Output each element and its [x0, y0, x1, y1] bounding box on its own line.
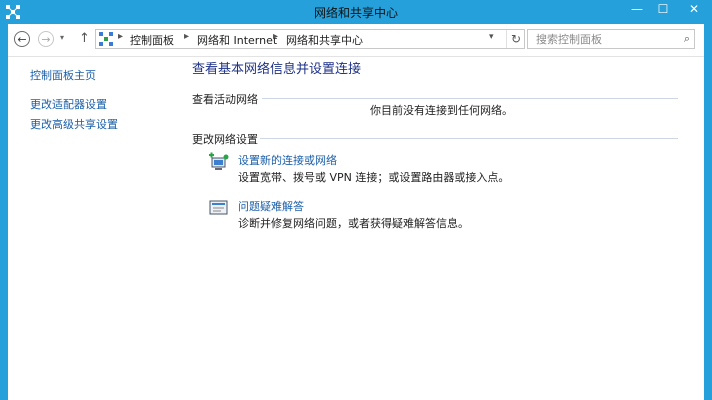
control-panel-icon [99, 32, 113, 46]
no-network-message: 你目前没有连接到任何网络。 [370, 104, 513, 117]
window-frame-left [0, 24, 8, 400]
page-title: 查看基本网络信息并设置连接 [192, 62, 362, 77]
window-frame-right [704, 24, 712, 400]
setup-new-connection-description: 设置宽带、拨号或 VPN 连接；或设置路由器或接入点。 [238, 171, 510, 184]
forward-button[interactable]: → [38, 31, 54, 47]
troubleshoot-icon [209, 200, 228, 215]
breadcrumb-network-internet[interactable]: 网络和 Internet [197, 32, 277, 48]
breadcrumb-separator-icon[interactable]: ▸ [184, 31, 189, 42]
search-icon[interactable]: ⌕ [684, 32, 690, 46]
search-input[interactable] [536, 31, 676, 47]
breadcrumb-separator-icon[interactable]: ▸ [273, 31, 278, 42]
section-divider [262, 98, 678, 99]
left-pane: 控制面板主页 更改适配器设置 更改高级共享设置 [8, 57, 178, 400]
recent-locations-icon[interactable]: ▾ [60, 33, 64, 42]
window-title: 网络和共享中心 [313, 6, 398, 20]
sidebar-item-control-panel-home[interactable]: 控制面板主页 [30, 67, 96, 83]
navigation-bar: ← → ▾ ↑ ▸ 控制面板 ▸ 网络和 Internet ▸ 网络和共享中心 … [8, 24, 704, 56]
section-divider [260, 138, 678, 139]
breadcrumb-separator-icon[interactable]: ▸ [118, 31, 123, 42]
sidebar-item-change-advanced-sharing[interactable]: 更改高级共享设置 [30, 116, 118, 132]
address-dropdown-icon[interactable]: ▾ [489, 32, 494, 42]
title-bar: 网络和共享中心 — ☐ ✕ [0, 0, 712, 24]
network-setup-icon [209, 152, 229, 170]
search-box[interactable]: ⌕ [527, 29, 695, 49]
back-button[interactable]: ← [14, 31, 30, 47]
close-button[interactable]: ✕ [676, 0, 712, 20]
main-content: 查看基本网络信息并设置连接 查看活动网络 你目前没有连接到任何网络。 更改网络设… [178, 57, 704, 400]
change-settings-heading: 更改网络设置 [192, 133, 258, 146]
breadcrumb-network-sharing-center[interactable]: 网络和共享中心 [286, 32, 363, 48]
active-networks-heading: 查看活动网络 [192, 93, 258, 106]
sidebar-item-change-adapter-settings[interactable]: 更改适配器设置 [30, 96, 107, 112]
breadcrumb-control-panel[interactable]: 控制面板 [130, 32, 174, 48]
address-bar[interactable]: ▸ 控制面板 ▸ 网络和 Internet ▸ 网络和共享中心 ▾ ↻ [95, 29, 525, 49]
up-arrow-icon[interactable]: ↑ [79, 31, 90, 46]
refresh-icon[interactable]: ↻ [506, 30, 525, 48]
maximize-button[interactable]: ☐ [650, 0, 676, 20]
setup-new-connection-link[interactable]: 设置新的连接或网络 [238, 152, 337, 168]
troubleshoot-problems-description: 诊断并修复网络问题，或者获得疑难解答信息。 [238, 217, 469, 230]
minimize-button[interactable]: — [624, 0, 650, 20]
troubleshoot-problems-link[interactable]: 问题疑难解答 [238, 198, 304, 214]
